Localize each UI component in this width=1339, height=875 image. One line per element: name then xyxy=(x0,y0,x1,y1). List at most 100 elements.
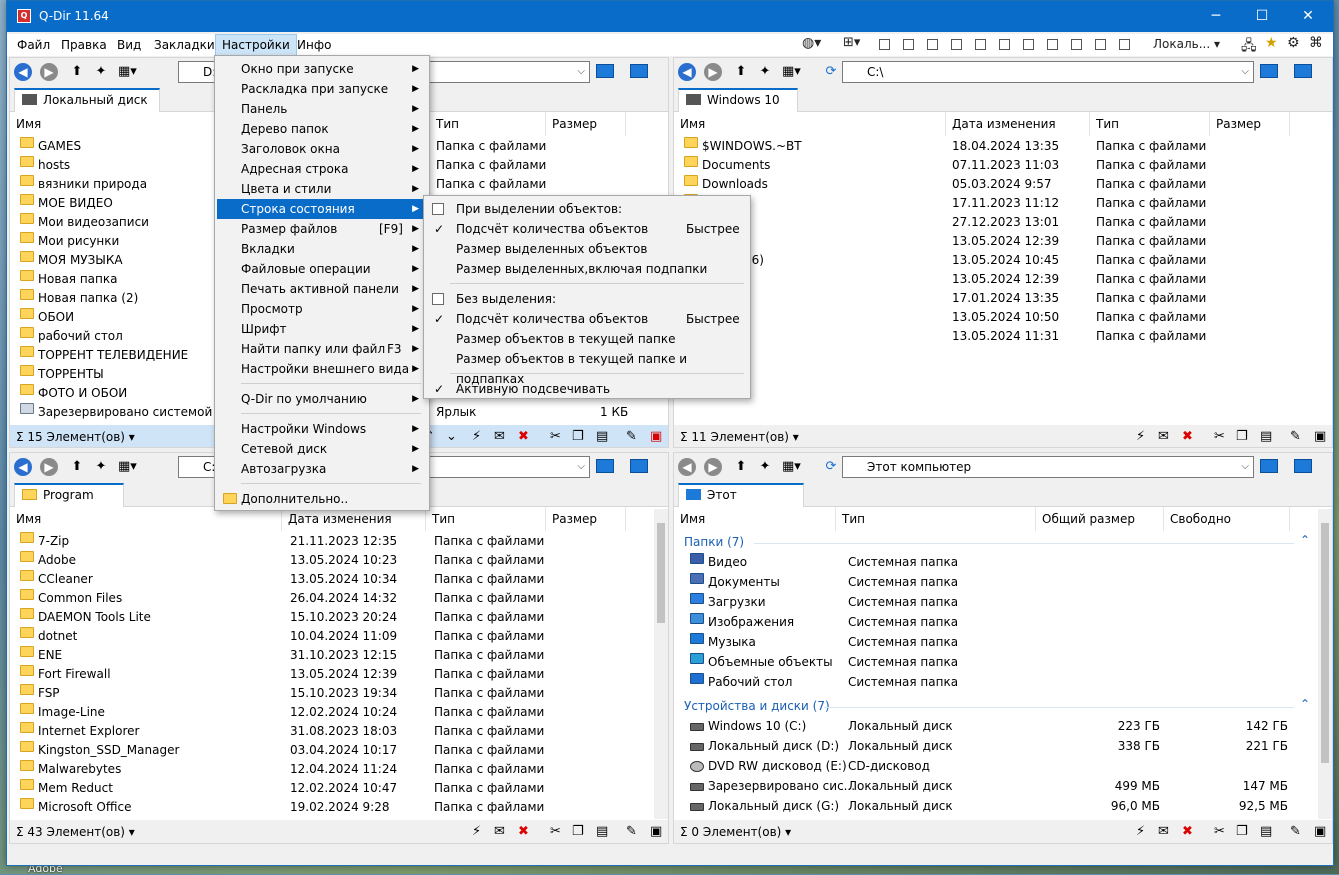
rename-icon[interactable]: ✎ xyxy=(626,425,637,447)
back-icon[interactable]: ◀ xyxy=(678,63,696,81)
delete-icon[interactable]: ✖ xyxy=(518,425,529,447)
chevron-down-icon[interactable]: ⌵ xyxy=(577,62,585,82)
rename-icon[interactable]: ✎ xyxy=(1290,425,1301,447)
group-drives[interactable]: Устройства и диски (7) xyxy=(684,699,830,713)
back-icon[interactable]: ◀ xyxy=(14,63,32,81)
layout-10-icon[interactable] xyxy=(1095,39,1106,50)
chevron-down-icon[interactable]: ⌵ xyxy=(1241,457,1249,477)
up-folder-icon[interactable]: ⬆ xyxy=(732,458,750,476)
list-item[interactable]: Видео Системная папка xyxy=(674,553,1332,572)
monitor-icon[interactable] xyxy=(1260,64,1278,78)
star-icon[interactable]: ★ xyxy=(1265,35,1278,51)
list-item[interactable]: Internet Explorer 31.08.2023 18:03 Папка с… xyxy=(10,722,668,741)
list-item[interactable]: 13.05.2024 10:50 Папка с файлами xyxy=(674,308,1332,327)
chevron-down-icon[interactable]: ⌵ xyxy=(1241,62,1249,82)
list-item[interactable]: Загрузки Системная папка xyxy=(674,593,1332,612)
layout-5-icon[interactable] xyxy=(975,39,986,50)
layout-6-icon[interactable] xyxy=(999,39,1010,50)
list-item[interactable]: Files13.05.2024 12:39Папка с файлами xyxy=(674,232,1332,251)
list-item[interactable]: Локальный диск (G:) Локальный диск 96,0 МБ… xyxy=(674,797,1332,816)
col-name[interactable]: Имя xyxy=(674,112,946,136)
list-item[interactable]: Windows 10 (C:) Локальный диск 223 ГБ 142 Г… xyxy=(674,717,1332,736)
chevron-down-icon[interactable]: ⌄ xyxy=(446,425,457,447)
extra-icon[interactable]: ⌘ xyxy=(1309,35,1323,51)
list-item[interactable]: Mem Reduct 12.02.2024 10:47 Папка с файлам… xyxy=(10,779,668,798)
monitor-icon[interactable] xyxy=(630,459,648,473)
mail-icon[interactable]: ✉ xyxy=(1158,820,1169,843)
list-item[interactable]: FSP 15.10.2023 19:34 Папка с файлами xyxy=(10,684,668,703)
list-item[interactable]: Files (x86)13.05.2024 10:45Папка с файла… xyxy=(674,251,1332,270)
mail-icon[interactable]: ✉ xyxy=(494,820,505,843)
rename-icon[interactable]: ✎ xyxy=(1290,820,1301,843)
submenu-item[interactable]: Размер выделенных,включая подпапки xyxy=(426,259,748,279)
scrollbar[interactable] xyxy=(1318,509,1332,819)
collapse-icon[interactable]: ⌃ xyxy=(1300,533,1310,547)
list-item[interactable]: 27.12.2023 13:01 Папка с файлами xyxy=(674,213,1332,232)
menu-item[interactable]: Дерево папок ▶ xyxy=(217,119,427,139)
menu-bookmarks[interactable]: Закладки xyxy=(148,34,221,56)
refresh-icon[interactable]: ⟳ xyxy=(822,63,840,81)
layout-11-icon[interactable] xyxy=(1119,39,1130,50)
view-icon[interactable]: ▦▾ xyxy=(118,458,137,476)
lightning-icon[interactable]: ⚡ xyxy=(472,425,481,447)
view-icon[interactable]: ▦▾ xyxy=(782,63,801,81)
locale-button[interactable]: Локаль... ▾ xyxy=(1153,37,1220,51)
list-item[interactable]: Adobe 13.05.2024 10:23 Папка с файлами xyxy=(10,551,668,570)
forward-icon[interactable]: ▶ xyxy=(704,458,722,476)
layout-7-icon[interactable] xyxy=(1023,39,1034,50)
paste-icon[interactable]: ▤ xyxy=(596,820,608,843)
list-item[interactable]: dotnet 10.04.2024 11:09 Папка с файлами xyxy=(10,627,668,646)
delete-icon[interactable]: ✖ xyxy=(1182,425,1193,447)
list-item[interactable]: CCleaner 13.05.2024 10:34 Папка с файлами xyxy=(10,570,668,589)
list-item[interactable]: DAEMON Tools Lite 15.10.2023 20:24 Папка с… xyxy=(10,608,668,627)
layout-4-icon[interactable] xyxy=(951,39,962,50)
cut-icon[interactable]: ✂ xyxy=(1214,425,1225,447)
menu-item[interactable]: Адресная строка ▶ xyxy=(217,159,427,179)
close-button[interactable]: ✕ xyxy=(1285,1,1331,32)
layout-9-icon[interactable] xyxy=(1071,39,1082,50)
list-item[interactable]: $WINDOWS.~BT 18.04.2024 13:35 Папка с файл… xyxy=(674,137,1332,156)
delete-icon[interactable]: ✖ xyxy=(1182,820,1193,843)
layout-2-icon[interactable] xyxy=(903,39,914,50)
tab-this-pc[interactable]: Этот компьютер xyxy=(678,483,804,522)
back-icon[interactable]: ◀ xyxy=(678,458,696,476)
menu-item[interactable]: Вкладки ▶ xyxy=(217,239,427,259)
menu-item[interactable]: Цвета и стили ▶ xyxy=(217,179,427,199)
col-size[interactable]: Размер xyxy=(546,112,626,136)
menu-info[interactable]: Инфо xyxy=(291,34,337,56)
list-item[interactable]: 13.05.2024 11:31 Папка с файлами xyxy=(674,327,1332,346)
submenu-item[interactable]: При выделении объектов: xyxy=(426,199,748,219)
list-item[interactable]: Локальный диск (D:) Локальный диск 338 ГБ 2… xyxy=(674,737,1332,756)
list-item[interactable]: Common Files 26.04.2024 14:32 Папка с файл… xyxy=(10,589,668,608)
menu-item[interactable]: Панель ▶ xyxy=(217,99,427,119)
menu-file[interactable]: Файл xyxy=(11,34,56,56)
list-item[interactable]: Data13.05.2024 12:39Папка с файлами xyxy=(674,270,1332,289)
menu-settings[interactable]: Настройки xyxy=(215,34,297,56)
settings-icon[interactable]: ⚙ xyxy=(1287,35,1300,51)
list-item[interactable]: 7-Zip 21.11.2023 12:35 Папка с файлами xyxy=(10,532,668,551)
paste-icon[interactable]: ▤ xyxy=(596,425,608,447)
tools-icon[interactable]: 🖧 xyxy=(1241,35,1257,59)
list-item[interactable]: Malwarebytes 12.04.2024 11:24 Папка с файл… xyxy=(10,760,668,779)
scroll-thumb[interactable] xyxy=(1321,523,1329,763)
paste-icon[interactable]: ▤ xyxy=(1260,820,1272,843)
maximize-button[interactable]: ☐ xyxy=(1239,1,1285,32)
menu-item[interactable]: Окно при запуске ▶ xyxy=(217,59,427,79)
copy-icon[interactable]: ❐ xyxy=(1236,425,1248,447)
properties-icon[interactable]: ▣ xyxy=(1314,820,1326,843)
list-item[interactable]: 17.01.2024 13:35 Папка с файлами xyxy=(674,289,1332,308)
list-item[interactable]: Рабочий стол Системная папка xyxy=(674,673,1332,692)
menu-item[interactable]: Q-Dir по умолчанию ▶ xyxy=(217,389,427,409)
menu-item[interactable]: Печать активной панели ▶ xyxy=(217,279,427,299)
up-folder-icon[interactable]: ⬆ xyxy=(732,63,750,81)
col-size[interactable]: Размер xyxy=(546,507,626,531)
list-item[interactable]: Fort Firewall 13.05.2024 12:39 Папка с фай… xyxy=(10,665,668,684)
layout-3-icon[interactable] xyxy=(927,39,938,50)
menu-item[interactable]: Раскладка при запуске ▶ xyxy=(217,79,427,99)
monitor-icon[interactable] xyxy=(1294,64,1312,78)
cut-icon[interactable]: ✂ xyxy=(1214,820,1225,843)
submenu-item[interactable]: Без выделения: xyxy=(426,289,748,309)
menu-item[interactable]: Сетевой диск ▶ xyxy=(217,439,427,459)
col-name[interactable]: Имя xyxy=(674,507,836,531)
minimize-button[interactable]: ─ xyxy=(1193,1,1239,32)
